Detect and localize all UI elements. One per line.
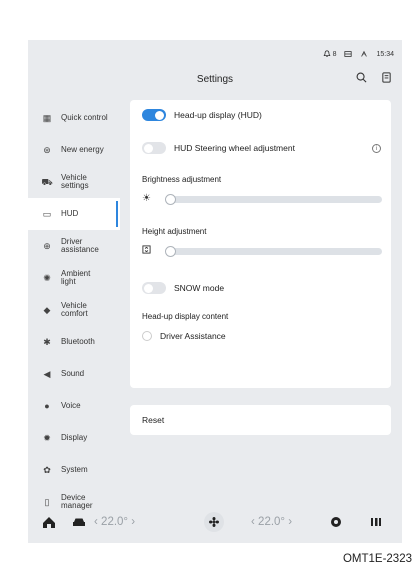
brightness-slider-thumb[interactable]	[165, 194, 176, 205]
sidebar-item-new-energy[interactable]: ⊛ New energy	[28, 134, 120, 166]
sidebar-item-voice[interactable]: ● Voice	[28, 390, 120, 422]
signal-icon	[360, 50, 368, 58]
sidebar: ▦ Quick control ⊛ New energy ⛟ Vehicle settin…	[28, 102, 120, 518]
sidebar-item-bluetooth[interactable]: ✱ Bluetooth	[28, 326, 120, 358]
sidebar-item-system[interactable]: ✿ System	[28, 454, 120, 486]
sidebar-item-label: Display	[61, 433, 88, 442]
mic-icon: ●	[44, 401, 50, 411]
bell-status: 8	[323, 50, 336, 58]
temp-left-decrease-icon[interactable]: ‹	[94, 516, 98, 528]
sidebar-item-label: Ambient light	[61, 269, 91, 286]
gear-icon: ✿	[43, 465, 51, 475]
height-label: Height adjustment	[142, 227, 207, 236]
driver-assistance-option[interactable]: Driver Assistance	[142, 331, 226, 341]
sidebar-item-label: System	[61, 465, 88, 474]
speaker-icon: ◀	[43, 369, 51, 379]
height-icon	[142, 245, 151, 256]
brightness-slider[interactable]	[165, 194, 382, 205]
bluetooth-icon: ✱	[43, 337, 51, 347]
sidebar-item-label: Bluetooth	[61, 337, 95, 346]
new-energy-icon: ⊛	[43, 145, 51, 155]
page-title: Settings	[196, 73, 234, 85]
sidebar-item-vehicle-comfort[interactable]: ◆ Vehicle comfort	[28, 294, 120, 326]
media-icon[interactable]	[330, 516, 342, 528]
screen: 8 15:34 Settings ▦ Quick control ⊛ New ener…	[28, 40, 402, 543]
car-icon: ⛟	[41, 177, 53, 187]
brightness-label: Brightness adjustment	[142, 175, 222, 184]
temp-right-decrease-icon[interactable]: ‹	[251, 516, 255, 528]
hud-toggle-label: Head-up display (HUD)	[174, 110, 262, 120]
sidebar-item-label: Vehicle settings	[61, 173, 89, 190]
apps-icon[interactable]	[370, 517, 382, 527]
sidebar-item-vehicle-settings[interactable]: ⛟ Vehicle settings	[28, 166, 120, 198]
hud-toggle-row[interactable]: Head-up display (HUD)	[142, 109, 262, 121]
driver-assistance-radio[interactable]	[142, 331, 152, 341]
leaf-icon: ◆	[43, 305, 51, 315]
temp-right-value: 22.0°	[258, 516, 286, 528]
steering-adjust-toggle[interactable]	[142, 142, 166, 154]
hud-settings-panel: Head-up display (HUD) HUD Steering wheel…	[130, 100, 391, 388]
sidebar-item-label: New energy	[61, 145, 104, 154]
hud-toggle[interactable]	[142, 109, 166, 121]
sidebar-item-label: Driver assistance	[61, 237, 99, 254]
hud-icon: ▭	[42, 209, 52, 219]
right-temp-control[interactable]: ‹ 22.0° ›	[251, 516, 292, 528]
info-icon[interactable]: i	[372, 144, 381, 153]
sidebar-item-label: Voice	[61, 401, 81, 410]
brightness-icon: ☀	[142, 193, 151, 204]
bottom-bar: ‹ 22.0° › ‹ 22.0° ›	[28, 507, 402, 537]
figure-code: OMT1E-2323	[342, 553, 412, 565]
temp-right-increase-icon[interactable]: ›	[288, 516, 292, 528]
sidebar-item-quick-control[interactable]: ▦ Quick control	[28, 102, 120, 134]
sidebar-item-display[interactable]: ✹ Display	[28, 422, 120, 454]
steering-adjust-row[interactable]: HUD Steering wheel adjustment	[142, 142, 295, 154]
home-icon[interactable]	[42, 516, 56, 529]
header: Settings	[28, 67, 402, 91]
quick-control-icon: ▦	[42, 113, 52, 123]
reset-button[interactable]: Reset	[130, 405, 391, 435]
manual-icon[interactable]	[381, 72, 392, 86]
sun-icon: ✺	[43, 273, 51, 283]
sidebar-item-label: Sound	[61, 369, 85, 378]
steering-icon: ⊕	[43, 241, 51, 251]
search-icon[interactable]	[356, 72, 367, 86]
sidebar-item-label: Quick control	[61, 113, 108, 122]
sidebar-item-label: Vehicle comfort	[61, 301, 88, 318]
bell-icon	[323, 50, 331, 57]
display-icon: ✹	[43, 433, 51, 443]
height-slider-thumb[interactable]	[165, 246, 176, 257]
fan-icon[interactable]	[204, 512, 224, 532]
hud-content-label: Head-up display content	[142, 312, 229, 321]
temp-left-increase-icon[interactable]: ›	[131, 516, 135, 528]
left-temp-control[interactable]: ‹ 22.0° ›	[94, 516, 135, 528]
battery-icon	[344, 50, 353, 58]
reset-label: Reset	[142, 415, 165, 425]
sidebar-item-label: HUD	[61, 209, 79, 218]
status-bar: 8 15:34	[323, 48, 394, 60]
height-slider[interactable]	[165, 246, 382, 257]
sidebar-item-hud[interactable]: ▭ HUD	[28, 198, 120, 230]
sidebar-item-driver-assistance[interactable]: ⊕ Driver assistance	[28, 230, 120, 262]
snow-mode-label: SNOW mode	[174, 283, 225, 293]
car-icon[interactable]	[72, 517, 86, 527]
sidebar-item-sound[interactable]: ◀ Sound	[28, 358, 120, 390]
driver-assistance-label: Driver Assistance	[160, 331, 226, 341]
steering-adjust-label: HUD Steering wheel adjustment	[174, 143, 295, 153]
snow-mode-toggle[interactable]	[142, 282, 166, 294]
sidebar-item-ambient-light[interactable]: ✺ Ambient light	[28, 262, 120, 294]
snow-mode-row[interactable]: SNOW mode	[142, 282, 224, 294]
clock: 15:34	[376, 50, 394, 58]
temp-left-value: 22.0°	[101, 516, 129, 528]
